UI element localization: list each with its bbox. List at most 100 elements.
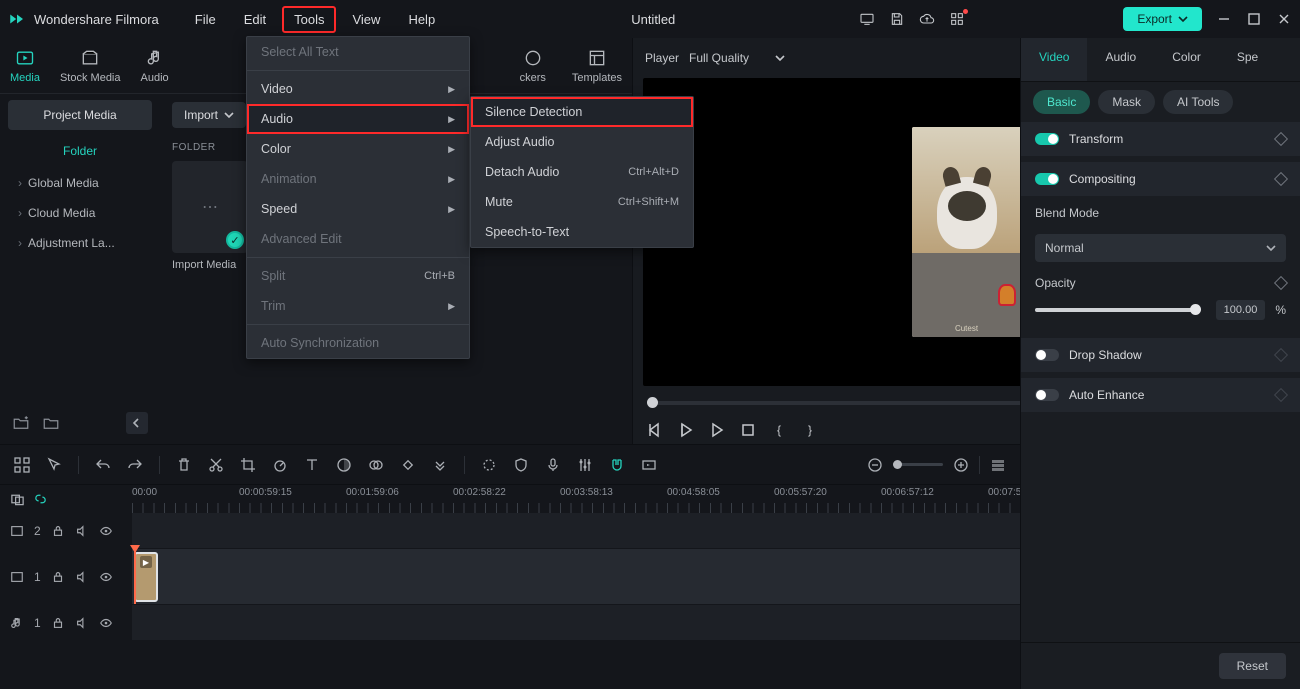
play-pause-icon[interactable] (678, 422, 694, 438)
mark-in-icon[interactable]: { (771, 422, 787, 438)
track-layout-icon[interactable] (990, 457, 1006, 473)
sidebar-item-cloud-media[interactable]: ›Cloud Media (8, 198, 152, 228)
eye-icon[interactable] (99, 616, 113, 630)
cut-icon[interactable] (208, 457, 224, 473)
trash-icon[interactable] (176, 457, 192, 473)
blend-mode-select[interactable]: Normal (1035, 234, 1286, 262)
stop-icon[interactable] (740, 422, 756, 438)
track-a1-body[interactable] (132, 605, 1020, 641)
folder-label[interactable]: Folder (8, 136, 152, 168)
grid-icon[interactable] (14, 457, 30, 473)
lock-icon[interactable] (51, 524, 65, 538)
toggle-transform[interactable] (1035, 133, 1059, 145)
sub-tab-mask[interactable]: Mask (1098, 90, 1155, 114)
tab-stickers[interactable]: ckers (520, 48, 546, 84)
new-folder-icon[interactable] (12, 414, 30, 432)
row-drop-shadow[interactable]: Drop Shadow (1021, 338, 1300, 372)
window-maximize-icon[interactable] (1246, 11, 1262, 27)
window-minimize-icon[interactable] (1216, 11, 1232, 27)
keyframe-icon[interactable] (1274, 388, 1288, 402)
project-media-button[interactable]: Project Media (8, 100, 152, 130)
tab-audio[interactable]: Audio (141, 48, 169, 84)
magnet-icon[interactable] (609, 457, 625, 473)
menu-view[interactable]: View (340, 6, 392, 33)
toggle-auto-enhance[interactable] (1035, 389, 1059, 401)
reset-button[interactable]: Reset (1219, 653, 1286, 679)
tab-media[interactable]: Media (10, 48, 40, 84)
insp-tab-color[interactable]: Color (1154, 38, 1219, 81)
mixer-icon[interactable] (577, 457, 593, 473)
mic-icon[interactable] (545, 457, 561, 473)
undo-icon[interactable] (95, 457, 111, 473)
speed-icon[interactable] (272, 457, 288, 473)
prev-frame-icon[interactable] (647, 422, 663, 438)
lock-icon[interactable] (51, 570, 65, 584)
export-button[interactable]: Export (1123, 7, 1202, 31)
track-v1-body[interactable] (132, 549, 1020, 605)
collapse-sidebar-button[interactable] (126, 412, 148, 434)
menu-file[interactable]: File (183, 6, 228, 33)
dd-speed[interactable]: Speed▶ (247, 194, 469, 224)
row-transform[interactable]: Transform (1021, 122, 1300, 156)
sm-speech-to-text[interactable]: Speech-to-Text (471, 217, 693, 247)
sm-mute[interactable]: MuteCtrl+Shift+M (471, 187, 693, 217)
opacity-value[interactable]: 100.00 (1216, 300, 1266, 320)
text-icon[interactable] (304, 457, 320, 473)
shield-icon[interactable] (513, 457, 529, 473)
pointer-icon[interactable] (46, 457, 62, 473)
quality-select[interactable]: Full Quality (689, 51, 785, 65)
keyframe-icon[interactable] (1274, 348, 1288, 362)
mute-icon[interactable] (75, 570, 89, 584)
opacity-slider[interactable] (1035, 308, 1196, 312)
tab-templates[interactable]: Templates (572, 48, 622, 84)
insp-tab-audio[interactable]: Audio (1087, 38, 1154, 81)
eye-icon[interactable] (99, 570, 113, 584)
new-bin-icon[interactable] (42, 414, 60, 432)
link-icon[interactable] (33, 491, 48, 507)
mute-icon[interactable] (75, 524, 89, 538)
eye-icon[interactable] (99, 524, 113, 538)
track-overlap-icon[interactable] (10, 491, 25, 507)
menu-edit[interactable]: Edit (232, 6, 278, 33)
effects-icon[interactable] (368, 457, 384, 473)
zoom-slider[interactable] (893, 463, 943, 466)
sub-tab-ai-tools[interactable]: AI Tools (1163, 90, 1233, 114)
sm-silence-detection[interactable]: Silence Detection (471, 97, 693, 127)
playhead[interactable] (134, 549, 136, 604)
row-compositing[interactable]: Compositing (1021, 162, 1300, 196)
row-auto-enhance[interactable]: Auto Enhance (1021, 378, 1300, 412)
import-button[interactable]: Import (172, 102, 246, 128)
marker-icon[interactable] (481, 457, 497, 473)
insp-tab-speed[interactable]: Spe (1219, 38, 1276, 81)
keyframe-icon[interactable] (1274, 276, 1288, 290)
more-icon[interactable] (432, 457, 448, 473)
render-icon[interactable] (641, 457, 657, 473)
menu-help[interactable]: Help (396, 6, 447, 33)
play-icon[interactable] (709, 422, 725, 438)
keyframe-icon[interactable] (1274, 172, 1288, 186)
insp-tab-video[interactable]: Video (1021, 38, 1087, 81)
video-clip[interactable] (134, 552, 158, 602)
mark-out-icon[interactable]: } (802, 422, 818, 438)
color-icon[interactable] (336, 457, 352, 473)
window-close-icon[interactable] (1276, 11, 1292, 27)
dd-video[interactable]: Video▶ (247, 74, 469, 104)
dd-color[interactable]: Color▶ (247, 134, 469, 164)
apps-icon[interactable] (949, 11, 965, 27)
sm-adjust-audio[interactable]: Adjust Audio (471, 127, 693, 157)
sub-tab-basic[interactable]: Basic (1033, 90, 1090, 114)
redo-icon[interactable] (127, 457, 143, 473)
zoom-in-icon[interactable] (953, 457, 969, 473)
lock-icon[interactable] (51, 616, 65, 630)
cloud-upload-icon[interactable] (919, 11, 935, 27)
save-icon[interactable] (889, 11, 905, 27)
tab-stock-media[interactable]: Stock Media (60, 48, 121, 84)
timeline-ruler[interactable]: 00:00 00:00:59:15 00:01:59:06 00:02:58:2… (132, 485, 1020, 513)
sm-detach-audio[interactable]: Detach AudioCtrl+Alt+D (471, 157, 693, 187)
zoom-out-icon[interactable] (867, 457, 883, 473)
toggle-drop-shadow[interactable] (1035, 349, 1059, 361)
mute-icon[interactable] (75, 616, 89, 630)
track-v2-body[interactable] (132, 513, 1020, 549)
sidebar-item-adjustment-layer[interactable]: ›Adjustment La... (8, 228, 152, 258)
keyframe-icon[interactable] (1274, 132, 1288, 146)
